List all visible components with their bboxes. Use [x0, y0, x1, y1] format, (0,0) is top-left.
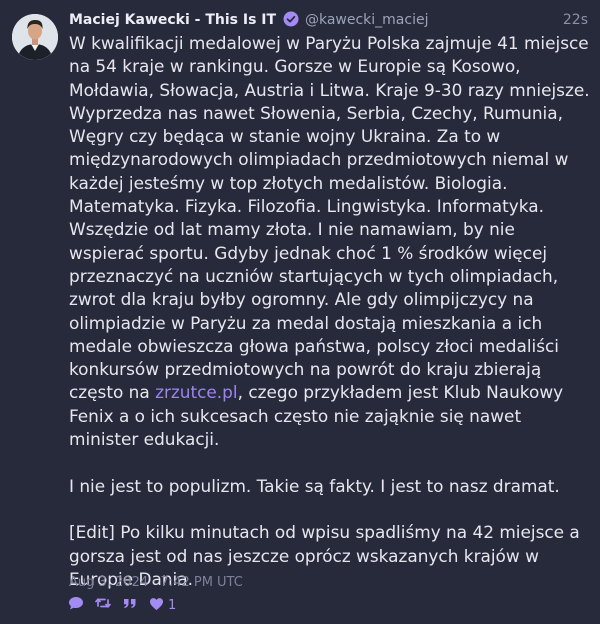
post-content: W kwalifikacji medalowej w Paryżu Polska…	[69, 32, 591, 591]
quote-icon	[122, 595, 138, 615]
post-time-ago[interactable]: 22s	[563, 9, 588, 31]
repost-button[interactable]	[95, 595, 111, 615]
author-handle[interactable]: @kawecki_maciej	[305, 12, 429, 28]
paragraph-main: W kwalifikacji medalowej w Paryżu Polska…	[69, 32, 591, 451]
zrzutce-link[interactable]: zrzutce.pl	[155, 382, 237, 402]
like-button[interactable]: 1	[149, 596, 176, 615]
verified-badge-icon	[283, 11, 299, 34]
avatar[interactable]	[12, 14, 58, 60]
heart-icon	[149, 596, 164, 615]
post: Maciej Kawecki - This Is IT @kawecki_mac…	[0, 0, 600, 624]
repost-icon	[95, 595, 111, 615]
post-timestamp[interactable]: Aug 3, 2024 · 7:42 PM UTC	[69, 575, 243, 590]
quote-button[interactable]	[122, 595, 138, 615]
like-count: 1	[168, 597, 177, 613]
paragraph-facts: I nie jest to populizm. Takie są fakty. …	[69, 475, 560, 496]
body-text-1: W kwalifikacji medalowej w Paryżu Polska…	[69, 33, 590, 403]
speech-bubble-icon	[68, 595, 84, 615]
post-actions: 1	[68, 596, 176, 614]
post-header: Maciej Kawecki - This Is IT @kawecki_mac…	[69, 9, 588, 31]
reply-button[interactable]	[68, 595, 84, 615]
author-name[interactable]: Maciej Kawecki - This Is IT	[69, 12, 276, 28]
